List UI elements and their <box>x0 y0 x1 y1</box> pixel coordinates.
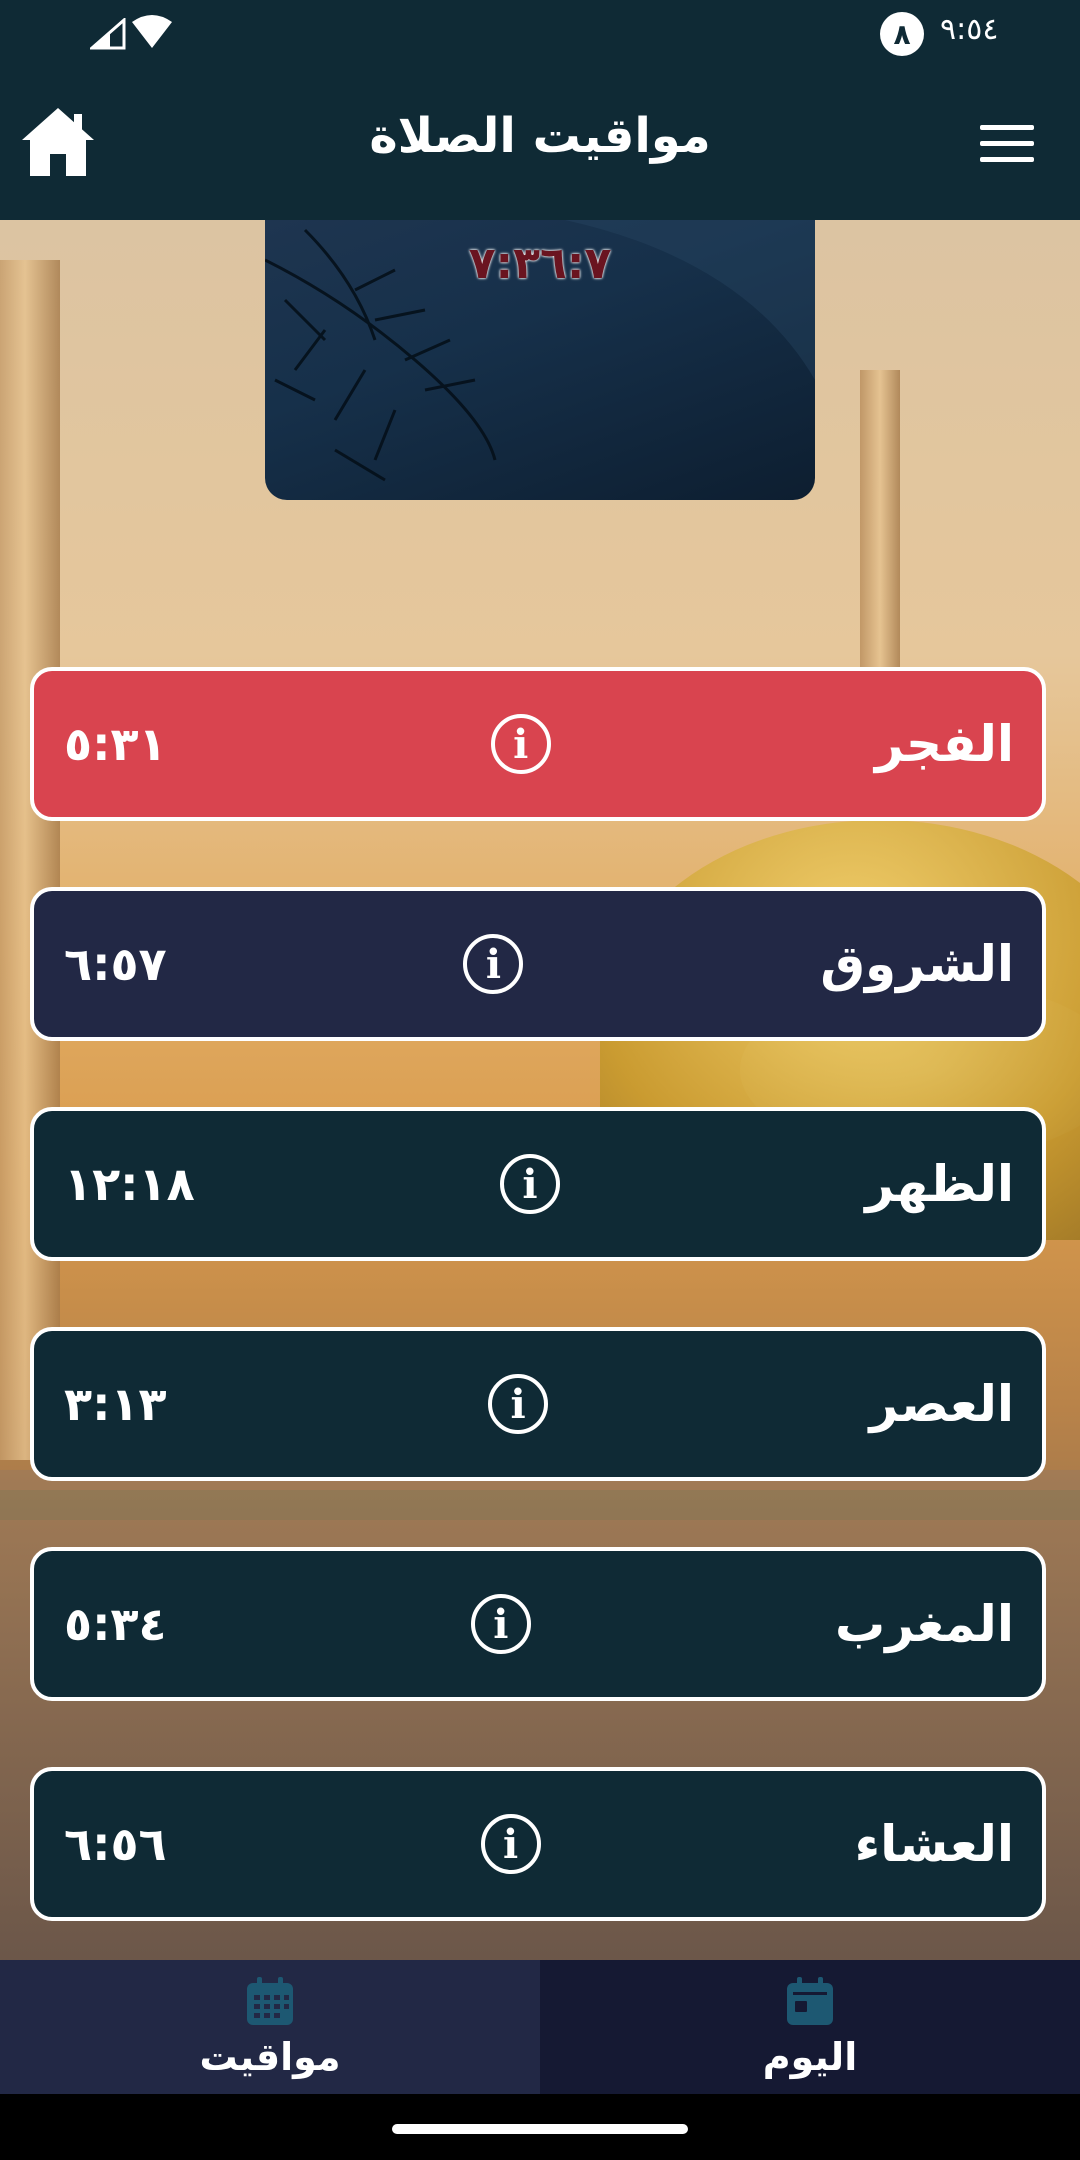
prayer-name: الظهر <box>865 1155 1014 1213</box>
home-gesture-bar[interactable] <box>392 2124 688 2134</box>
tab-today[interactable]: اليوم <box>540 1960 1080 2094</box>
info-icon[interactable]: i <box>463 934 524 994</box>
countdown-timer: ٧:٣٦:٧ <box>468 238 612 289</box>
prayer-name: المغرب <box>834 1595 1014 1653</box>
info-icon[interactable]: i <box>470 1594 531 1654</box>
info-icon[interactable]: i <box>480 1814 541 1874</box>
page-title: مواقيت الصلاة <box>369 108 711 164</box>
tab-timings[interactable]: مواقيت <box>0 1960 540 2094</box>
prayer-row-dhuhr[interactable]: ١٢:١٨ i الظهر <box>30 1107 1046 1261</box>
prayer-row-isha[interactable]: ٦:٥٦ i العشاء <box>30 1767 1046 1921</box>
prayer-time: ٥:٣١ <box>64 717 167 771</box>
bottom-navigation: مواقيت اليوم <box>0 1960 1080 2094</box>
calendar-grid-icon <box>247 1977 293 2025</box>
signal-icon <box>90 18 126 50</box>
tab-label: مواقيت <box>199 2035 341 2079</box>
prayer-time: ٦:٥٧ <box>64 937 167 991</box>
calendar-today-icon <box>787 1977 833 2025</box>
prayer-time: ٦:٥٦ <box>64 1817 167 1871</box>
prayer-time: ٥:٣٤ <box>64 1597 167 1651</box>
prayer-row-maghrib[interactable]: ٥:٣٤ i المغرب <box>30 1547 1046 1701</box>
prayer-row-asr[interactable]: ٣:١٣ i العصر <box>30 1327 1046 1481</box>
prayer-name: الشروق <box>820 935 1014 993</box>
info-icon[interactable]: i <box>499 1154 560 1214</box>
prayer-name: الفجر <box>874 715 1014 773</box>
notification-badge: ٨ <box>880 12 924 56</box>
menu-icon[interactable] <box>980 125 1034 173</box>
info-icon[interactable]: i <box>490 714 551 774</box>
status-time: ٩:٥٤ <box>940 12 999 47</box>
prayer-time: ٣:١٣ <box>64 1377 167 1431</box>
tab-label: اليوم <box>762 2035 858 2079</box>
prayer-name: العشاء <box>854 1815 1014 1873</box>
status-bar: ٨ ٩:٥٤ <box>0 0 1080 70</box>
prayer-name: العصر <box>869 1375 1014 1433</box>
prayer-row-fajr[interactable]: ٥:٣١ i الفجر <box>30 667 1046 821</box>
app-header: مواقيت الصلاة <box>0 70 1080 220</box>
prayer-time: ١٢:١٨ <box>64 1157 195 1211</box>
prayer-row-sunrise[interactable]: ٦:٥٧ i الشروق <box>30 887 1046 1041</box>
countdown-card: ٧:٣٦:٧ <box>265 220 815 500</box>
info-icon[interactable]: i <box>488 1374 549 1434</box>
wifi-icon <box>132 15 172 48</box>
